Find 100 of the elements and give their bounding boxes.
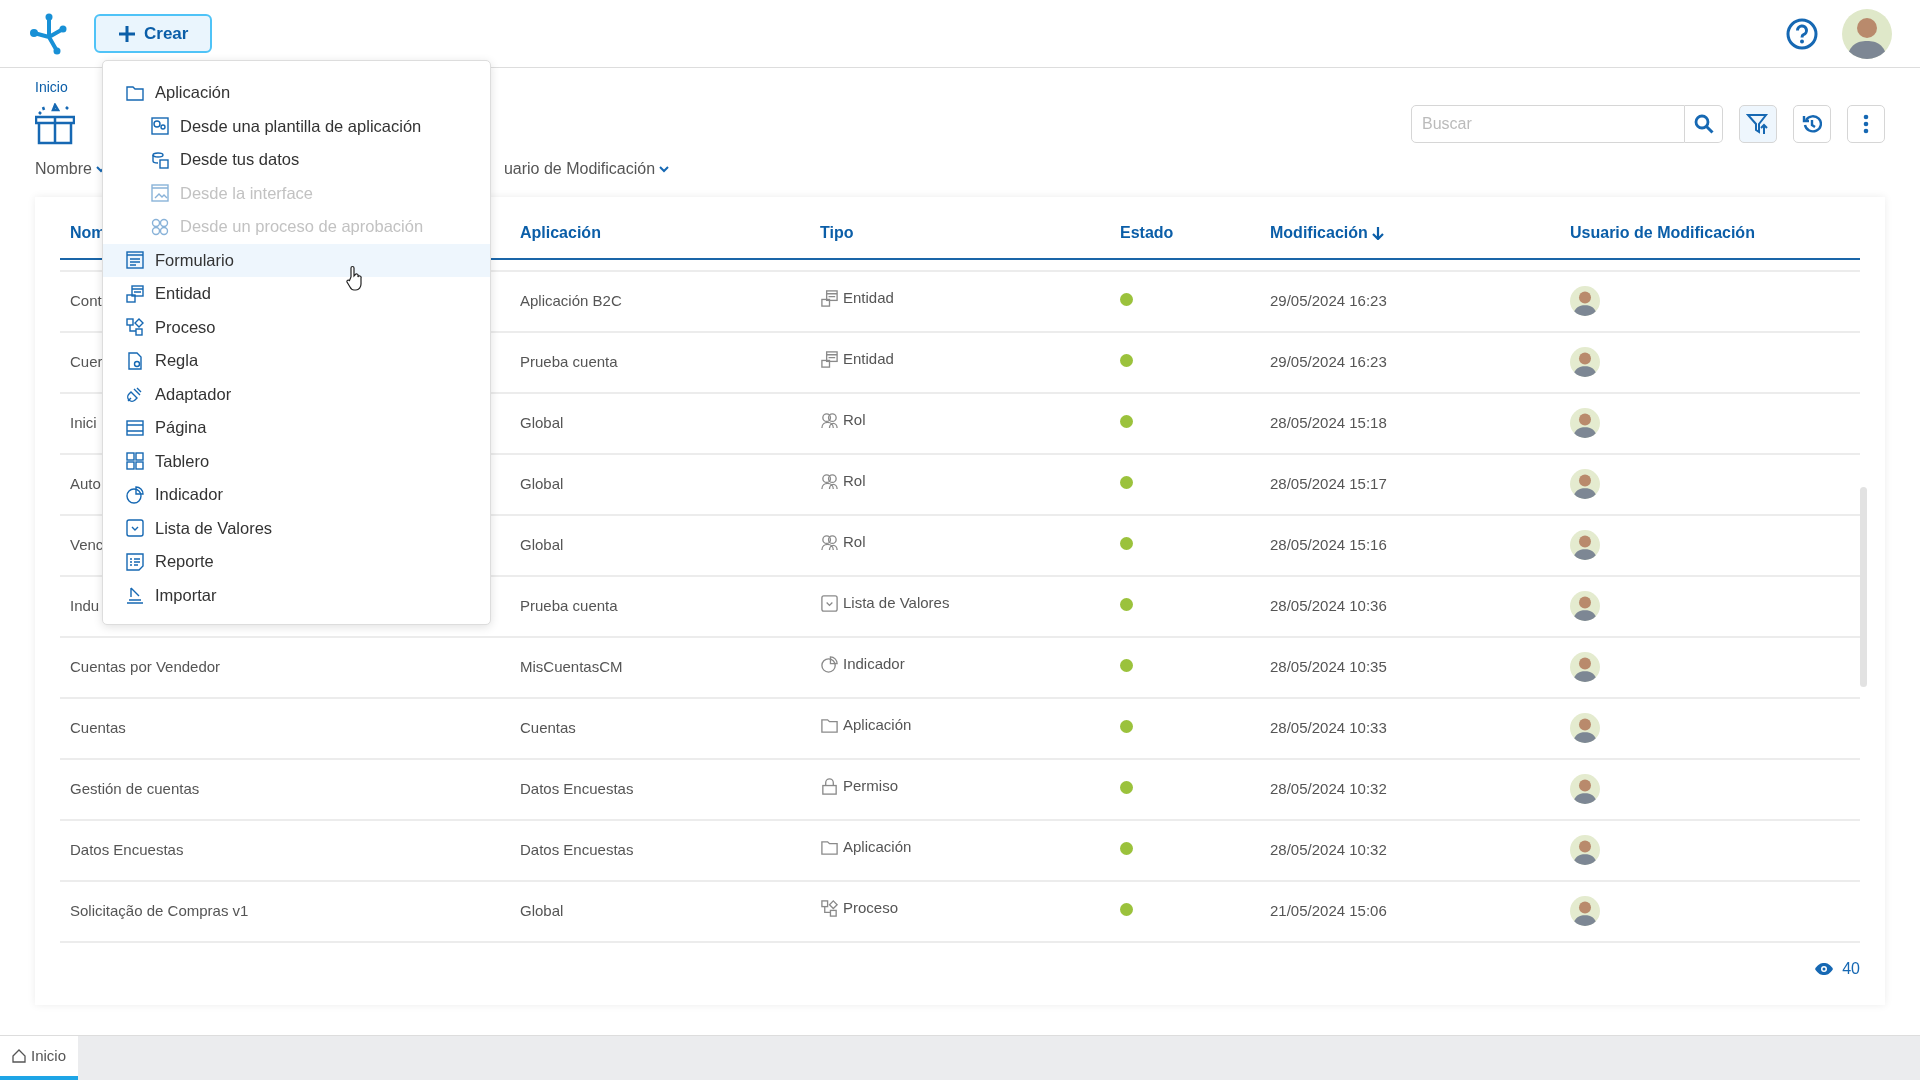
scrollbar[interactable] [1860,486,1867,687]
type-cell-text: Permiso [843,776,898,797]
import-icon [125,585,145,606]
column-header[interactable]: Modificación [1270,221,1384,245]
date-cell: 28/05/2024 10:35 [1270,657,1387,675]
type-cell-text: Rol [843,532,866,553]
menu-item[interactable]: Adaptador [103,377,490,411]
name-cell: Solicitação de Compras v1 [70,901,249,919]
menu-item[interactable]: Entidad [103,277,490,311]
menu-item[interactable]: Proceso [103,310,490,344]
application-cell: Datos Encuestas [520,840,634,858]
history-button[interactable] [1793,104,1831,143]
pointer-cursor-icon [346,265,364,291]
application-cell: Datos Encuestas [520,779,634,797]
application-cell: MisCuentasCM [520,657,623,675]
history-icon [1802,113,1822,134]
name-cell: Inici [70,413,97,431]
application-cell: Prueba cuenta [520,596,618,614]
name-cell: Venc [70,535,104,553]
dropdown-list-icon [125,518,145,539]
menu-item[interactable]: Desde una plantilla de aplicación [103,109,490,143]
date-cell: 21/05/2024 15:06 [1270,901,1387,919]
menu-item[interactable]: Lista de Valores [103,511,490,545]
pie-chart-icon [125,484,145,505]
process-icon [125,317,145,338]
user-avatar [1570,652,1600,682]
date-cell: 28/05/2024 10:36 [1270,596,1387,614]
user-avatar [1570,591,1600,621]
name-cell: Datos Encuestas [70,840,184,858]
search-field[interactable]: Buscar [1411,104,1685,143]
date-cell: 29/05/2024 16:23 [1270,291,1387,309]
type-cell-text: Indicador [843,654,905,675]
name-cell: Cont [70,291,102,309]
user-avatar [1570,347,1600,377]
help-icon[interactable] [1786,17,1818,50]
entity-icon [125,283,145,304]
gift-box-icon [35,102,75,145]
home-tab[interactable]: Inicio [0,1036,79,1080]
plus-icon [118,24,136,43]
user-avatar [1570,896,1600,926]
application-cell: Cuentas [520,718,576,736]
folder-icon [820,716,839,736]
name-cell: Auto [70,474,101,492]
menu-item[interactable]: Regla [103,344,490,378]
filter-button[interactable] [1739,104,1777,143]
chevron-down-icon [659,164,670,173]
menu-item[interactable]: Tablero [103,444,490,478]
type-cell-text: Lista de Valores [843,593,950,614]
entity-icon [820,289,839,309]
menu-item[interactable]: Indicador [103,478,490,512]
search-button[interactable] [1685,104,1723,143]
menu-item[interactable]: Formulario [103,243,490,277]
search-icon [1693,114,1714,135]
page-icon [125,417,145,438]
type-cell-text: Entidad [843,349,894,370]
process-icon [820,899,839,919]
user-avatar [1570,530,1600,560]
breadcrumb-link[interactable]: Inicio [35,77,68,98]
menu-item[interactable]: Reporte [103,545,490,579]
column-header[interactable]: Aplicación [520,221,601,245]
report-icon [125,551,145,572]
sort-descending-icon [1371,226,1384,240]
filter-icon [1746,111,1770,136]
name-cell: Cuentas por Vendedor [70,657,221,675]
name-cell: Gestión de cuentas [70,779,200,797]
user-avatar [1570,774,1600,804]
date-cell: 28/05/2024 15:16 [1270,535,1387,553]
name-cell: Cuentas [70,718,126,736]
type-cell-text: Aplicación [843,837,912,858]
application-cell: Prueba cuenta [520,352,618,370]
type-cell-text: Rol [843,471,866,492]
folder-icon [820,838,839,858]
column-header[interactable]: Tipo [820,221,854,245]
column-filter-dropdown[interactable]: uario de Modificación [503,156,670,181]
user-avatar [1570,713,1600,743]
type-cell-text: Aplicación [843,715,912,736]
database-icon [150,149,170,170]
application-cell: Global [520,474,564,492]
application-cell: Global [520,901,564,919]
more-options-button[interactable] [1847,104,1885,143]
user-avatar[interactable] [1842,8,1892,59]
column-header[interactable]: Estado [1120,221,1174,245]
menu-item[interactable]: Importar [103,578,490,612]
dropdown-list-icon [820,594,839,614]
image-icon [150,183,170,204]
entity-icon [820,350,839,370]
column-header[interactable]: Usuario de Modificación [1570,221,1755,245]
type-cell-text: Proceso [843,898,899,919]
create-button[interactable]: Crear [94,14,213,53]
user-avatar [1570,408,1600,438]
view-count: 40 [1842,958,1860,979]
menu-item[interactable]: Página [103,411,490,445]
menu-item[interactable]: Aplicación [103,76,490,110]
menu-item[interactable]: Desde tus datos [103,143,490,177]
date-cell: 28/05/2024 15:18 [1270,413,1387,431]
application-cell: Global [520,413,564,431]
more-vertical-icon [1863,113,1869,134]
user-avatar [1570,835,1600,865]
dashboard-icon [125,451,145,472]
type-cell-text: Entidad [843,288,894,309]
